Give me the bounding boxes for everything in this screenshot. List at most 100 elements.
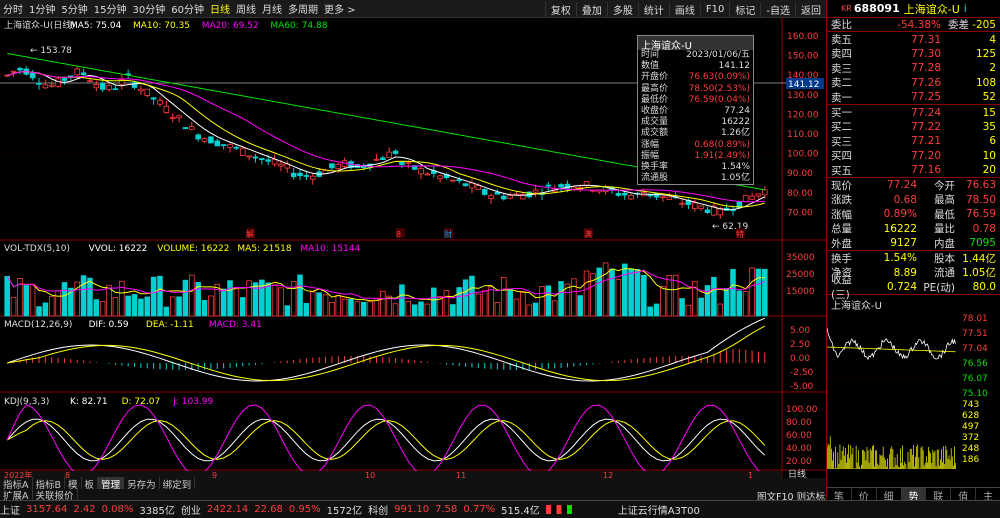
- toolbar-button[interactable]: F10: [699, 3, 729, 15]
- quote-tab[interactable]: 细: [877, 488, 902, 503]
- orderbook-row[interactable]: 卖三 77.28 2: [827, 61, 1000, 75]
- period-tab[interactable]: 1分钟: [26, 1, 58, 16]
- candle-body: [176, 115, 182, 119]
- toolbar-button[interactable]: 叠加: [575, 1, 607, 17]
- orderbook-volume: 108: [975, 76, 996, 89]
- quote-label: 现价: [831, 180, 852, 192]
- index-stat: 创业: [180, 506, 201, 517]
- weicha-value: -205: [972, 18, 996, 31]
- period-tab[interactable]: 30分钟: [129, 1, 168, 16]
- orderbook-volume: 6: [989, 135, 996, 148]
- volume-bar: [36, 306, 42, 317]
- orderbook-volume: 2: [989, 62, 996, 75]
- quote-value: 0.89%: [883, 208, 917, 221]
- period-tab[interactable]: 周线: [233, 1, 259, 16]
- orderbook-row[interactable]: 买二 77.22 35: [827, 120, 1000, 134]
- orderbook-label: 卖四: [831, 48, 852, 61]
- quote-tab[interactable]: 势: [901, 488, 927, 503]
- volume-bar: [532, 302, 539, 317]
- period-tab[interactable]: 月线: [259, 1, 285, 16]
- period-tab[interactable]: 60分钟: [168, 1, 207, 16]
- popup-key: 最高价: [641, 83, 669, 94]
- orderbook-row[interactable]: 买一 77.24 15: [827, 105, 1000, 120]
- info-icon[interactable]: i: [964, 2, 967, 15]
- candle-body: [628, 194, 634, 200]
- orderbook-row[interactable]: 卖二 77.26 108: [827, 76, 1000, 90]
- quote-label: 总量: [831, 223, 852, 236]
- quote-value: 0.724: [886, 281, 917, 294]
- orderbook-row[interactable]: 买三 77.21 6: [827, 134, 1000, 148]
- candle-body: [647, 194, 653, 197]
- orderbook-row[interactable]: 卖一 77.25 52: [827, 90, 1000, 104]
- toolbar-button[interactable]: -自选: [760, 1, 795, 17]
- toolbar-button[interactable]: 多股: [606, 1, 638, 17]
- period-tab[interactable]: 日线: [207, 1, 233, 16]
- volume-bar: [297, 274, 303, 317]
- period-tab[interactable]: 更多 >: [321, 1, 359, 16]
- volume-bar: [520, 291, 526, 317]
- candle-body: [80, 72, 87, 76]
- quote-tab[interactable]: 值: [951, 488, 977, 503]
- orderbook-row[interactable]: 卖五 77.31 4: [827, 32, 1000, 47]
- extension-tab-bar: 扩展A 关联报价: [0, 487, 826, 502]
- volume-bar: [4, 275, 10, 317]
- quote-tab[interactable]: 联: [926, 488, 952, 503]
- main-label: MA60: 74.88: [270, 21, 327, 31]
- index-stat: 0.08%: [101, 504, 134, 515]
- mini-axis-label: 78.01: [962, 314, 988, 324]
- quote-value: 1.54%: [883, 252, 917, 265]
- quote-tab[interactable]: 笔: [827, 488, 852, 503]
- toolbar-button[interactable]: 标记: [729, 1, 760, 17]
- macd-title: MACD(12,26,9): [4, 320, 72, 330]
- quote-label: 涨幅: [831, 208, 852, 221]
- toolbar-button[interactable]: 返回: [795, 1, 826, 17]
- macd-axis-label: 5.00: [790, 326, 810, 336]
- candle-body: [507, 195, 513, 199]
- popup-row: 时间 2023/01/06/五: [641, 50, 750, 61]
- kdj-axis-label: 20.00: [786, 457, 812, 467]
- vol-label: VOLUME: 16222: [157, 244, 229, 254]
- kdj-label: D: 72.07: [122, 397, 161, 407]
- stock-code: 688091: [853, 2, 900, 15]
- volume-bar: [278, 287, 284, 317]
- period-tab[interactable]: 多周期: [285, 1, 321, 16]
- intraday-mini-chart[interactable]: 78.01 77.51 77.04 76.56 76.07 75.107436284973…: [826, 309, 1000, 471]
- candle-body: [679, 202, 685, 205]
- period-tab[interactable]: 15分钟: [91, 1, 130, 16]
- volume-bar: [157, 275, 163, 317]
- candle-body: [405, 161, 412, 164]
- x-axis-label: 9: [212, 471, 217, 478]
- main-label: MA5: 75.04: [70, 21, 122, 31]
- popup-key: 流通股: [641, 173, 669, 184]
- period-tab[interactable]: 分时: [0, 1, 26, 16]
- popup-row: 流通股 1.05亿: [641, 173, 750, 184]
- volume-bar: [341, 298, 348, 317]
- candle-body: [74, 68, 81, 76]
- orderbook-row[interactable]: 买五 77.16 20: [827, 163, 1000, 177]
- period-tab[interactable]: 5分钟: [58, 1, 90, 16]
- orderbook-price: 77.22: [910, 120, 941, 133]
- orderbook-row[interactable]: 卖四 77.30 125: [827, 47, 1000, 61]
- volume-bar: [55, 290, 61, 317]
- toolbar-button[interactable]: 画线: [668, 1, 700, 17]
- high-price-label: ← 153.78: [30, 46, 72, 56]
- quote-tab[interactable]: 主: [976, 488, 1000, 503]
- vol-title: VOL-TDX(5,10): [4, 244, 70, 254]
- volume-bar: [360, 301, 367, 317]
- toolbar-button[interactable]: 复权: [544, 1, 576, 17]
- quote-value: 76.59: [965, 208, 996, 221]
- quote-tab[interactable]: 价: [852, 488, 877, 503]
- candle-body: [456, 179, 463, 182]
- orderbook-row[interactable]: 买四 77.20 10: [827, 149, 1000, 163]
- orderbook-volume: 20: [982, 164, 996, 177]
- volume-bar: [666, 275, 673, 317]
- quote-label: 最低: [934, 208, 955, 221]
- candle-body: [246, 155, 252, 158]
- volume-bar: [647, 306, 653, 317]
- kdj-axis-label: 40.00: [786, 444, 812, 454]
- candle-body: [558, 184, 564, 188]
- index-stat: 1572亿: [326, 506, 363, 517]
- period-label: 日线: [788, 468, 806, 478]
- toolbar-button[interactable]: 统计: [637, 1, 669, 17]
- candle-body: [87, 80, 93, 83]
